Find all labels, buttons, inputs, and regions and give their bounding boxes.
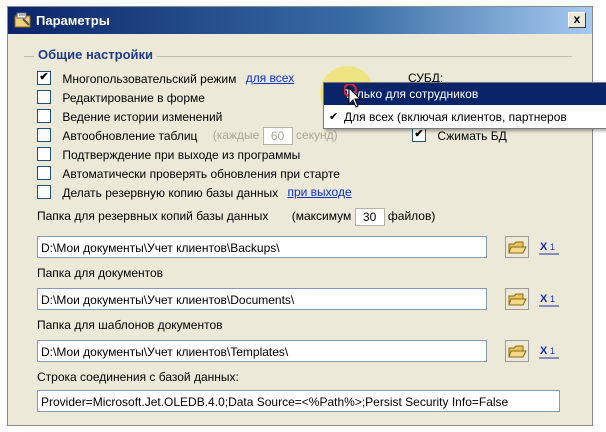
backup-option[interactable]: Делать резервную копию базы данных при в… bbox=[37, 184, 352, 200]
dropdown-item-label: Только для сотрудников bbox=[344, 87, 479, 101]
clear-path-icon[interactable]: X 1 bbox=[537, 288, 561, 310]
backup-checkbox[interactable] bbox=[37, 184, 51, 199]
check-updates-option[interactable]: Автоматически проверять обновления при с… bbox=[37, 165, 340, 181]
open-folder-icon[interactable] bbox=[505, 340, 529, 362]
confirm-exit-checkbox[interactable] bbox=[37, 146, 51, 161]
docs-folder-input[interactable]: D:\Мои документы\Учет клиентов\Documents… bbox=[37, 288, 487, 310]
check-updates-label: Автоматически проверять обновления при с… bbox=[62, 166, 340, 181]
open-folder-icon[interactable] bbox=[505, 236, 529, 258]
docs-folder-label: Папка для документов bbox=[37, 266, 164, 280]
compress-db-option[interactable]: ✔ Сжимать БД bbox=[412, 127, 507, 143]
history-option[interactable]: Ведение истории изменений bbox=[37, 108, 222, 124]
history-checkbox[interactable] bbox=[37, 108, 51, 123]
check-updates-checkbox[interactable] bbox=[37, 165, 51, 180]
autoupdate-checkbox[interactable] bbox=[37, 128, 51, 142]
autoupdate-option[interactable]: Автообновление таблиц (каждые 60 секунд) bbox=[37, 127, 338, 145]
multiuser-mode-link[interactable]: для всех bbox=[246, 71, 295, 85]
close-button[interactable]: x bbox=[568, 12, 586, 28]
open-folder-icon[interactable] bbox=[505, 288, 529, 310]
dropdown-item-everyone[interactable]: ✔ Для всех (включая клиентов, партнеров bbox=[324, 106, 606, 128]
backup-max-input[interactable]: 30 bbox=[354, 208, 385, 226]
dropdown-item-label: Для всех (включая клиентов, партнеров bbox=[344, 110, 567, 124]
history-label: Ведение истории изменений bbox=[62, 109, 223, 124]
mouse-pointer-icon bbox=[344, 84, 362, 108]
svg-text:1: 1 bbox=[550, 242, 555, 252]
compress-db-label: Сжимать БД bbox=[437, 128, 507, 143]
backup-max-unit: файлов) bbox=[387, 209, 436, 224]
connection-label: Строка соединения с базой данных: bbox=[37, 370, 239, 384]
svg-text:1: 1 bbox=[550, 346, 555, 356]
clear-path-icon[interactable]: X 1 bbox=[537, 236, 561, 258]
backup-folder-label: Папка для резервных копий базы данных (м… bbox=[37, 208, 435, 226]
svg-text:1: 1 bbox=[550, 294, 555, 304]
autoupdate-unit-label: секунд) bbox=[295, 128, 338, 143]
confirm-exit-label: Подтверждение при выходе из программы bbox=[62, 147, 301, 162]
edit-in-form-checkbox[interactable] bbox=[37, 89, 51, 104]
title-bar: Параметры x bbox=[8, 7, 592, 34]
svg-text:X: X bbox=[540, 241, 548, 253]
svg-text:X: X bbox=[540, 345, 548, 357]
dropdown-item-employees[interactable]: Только для сотрудников bbox=[324, 83, 606, 105]
settings-icon bbox=[14, 12, 31, 28]
multiuser-checkbox[interactable]: ✔ bbox=[37, 70, 51, 85]
multiuser-label: Многопользовательский режим bbox=[62, 71, 237, 86]
edit-in-form-label: Редактирование в форме bbox=[62, 90, 205, 105]
multiuser-mode-dropdown: Только для сотрудников ✔ Для всех (включ… bbox=[323, 82, 606, 129]
compress-db-checkbox[interactable]: ✔ bbox=[412, 127, 426, 142]
multiuser-option[interactable]: ✔ Многопользовательский режим для всех bbox=[37, 70, 294, 86]
group-title: Общие настройки bbox=[34, 47, 157, 62]
window-title: Параметры bbox=[36, 13, 110, 28]
svg-text:X: X bbox=[540, 293, 548, 305]
confirm-exit-option[interactable]: Подтверждение при выходе из программы bbox=[37, 146, 300, 162]
edit-in-form-option[interactable]: Редактирование в форме bbox=[37, 89, 205, 105]
autoupdate-every-label: (каждые bbox=[212, 128, 260, 143]
backup-max-label: (максимум bbox=[291, 209, 352, 224]
backup-folder-label-text: Папка для резервных копий базы данных bbox=[37, 209, 269, 224]
autoupdate-seconds-input[interactable]: 60 bbox=[262, 127, 293, 145]
backup-when-link[interactable]: при выходе bbox=[287, 185, 351, 199]
backup-label: Делать резервную копию базы данных bbox=[62, 185, 279, 200]
connection-string-input[interactable]: Provider=Microsoft.Jet.OLEDB.4.0;Data So… bbox=[37, 390, 560, 412]
clear-path-icon[interactable]: X 1 bbox=[537, 340, 561, 362]
templates-folder-input[interactable]: D:\Мои документы\Учет клиентов\Templates… bbox=[37, 340, 487, 362]
autoupdate-label: Автообновление таблиц bbox=[62, 129, 198, 143]
check-icon: ✔ bbox=[329, 111, 339, 123]
backup-folder-input[interactable]: D:\Мои документы\Учет клиентов\Backups\ bbox=[37, 236, 487, 258]
templates-folder-label: Папка для шаблонов документов bbox=[37, 318, 223, 332]
